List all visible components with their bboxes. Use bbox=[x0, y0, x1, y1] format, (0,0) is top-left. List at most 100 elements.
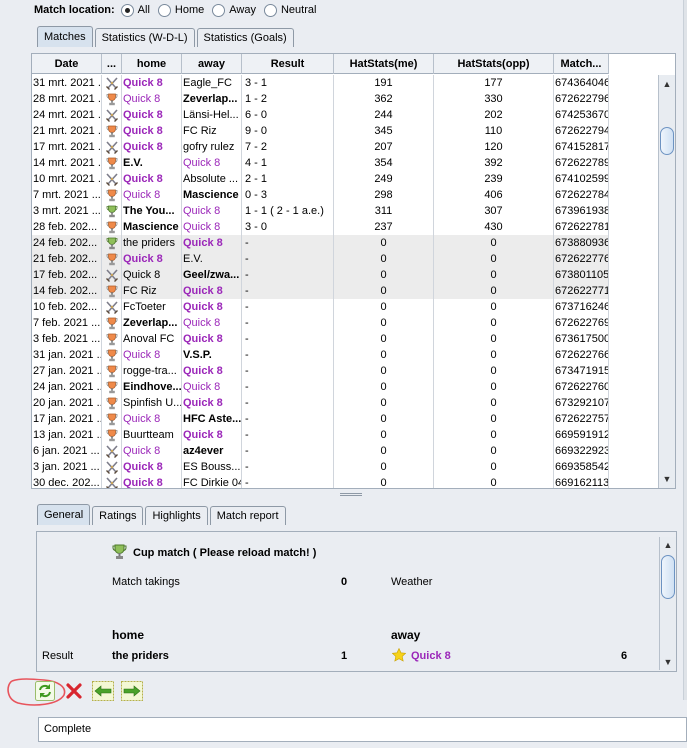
table-row[interactable]: 24 feb. 202... the priders Quick 8-0 0 67388… bbox=[32, 235, 609, 251]
table-row[interactable]: 17 feb. 202... Quick 8 Geel/zwa... -0 0 67380… bbox=[32, 267, 609, 283]
table-row[interactable]: 17 jan. 2021 ... Quick 8 HFC Aste... -0 0 672… bbox=[32, 411, 609, 427]
match-type-cell bbox=[102, 395, 122, 411]
column-header[interactable]: Date bbox=[32, 54, 102, 74]
table-row[interactable]: 31 jan. 2021 ... Quick 8 V.S.P. -0 0 67262276… bbox=[32, 347, 609, 363]
table-row[interactable]: 13 jan. 2021 ... Buurtteam Quick 8-0 0 66959… bbox=[32, 427, 609, 443]
green-cup-icon bbox=[106, 205, 118, 218]
away-team-cell: Quick 8 bbox=[182, 363, 242, 379]
radio-button[interactable] bbox=[212, 3, 226, 17]
table-row[interactable]: 28 feb. 202... Mascience Quick 83 - 0 237 43… bbox=[32, 219, 609, 235]
table-row[interactable]: 14 feb. 202... FC Riz Quick 8-0 0 672622771 bbox=[32, 283, 609, 299]
table-row[interactable]: 31 mrt. 2021 ... Quick 8 Eagle_FC 3 - 1 191 1… bbox=[32, 75, 609, 91]
hatstats-me-cell: 298 bbox=[334, 187, 434, 203]
table-row[interactable]: 10 feb. 202... FcToeter Quick 8-0 0 67371624… bbox=[32, 299, 609, 315]
table-row[interactable]: 21 feb. 202... Quick 8 E.V. -0 0 672622776 bbox=[32, 251, 609, 267]
scroll-thumb[interactable] bbox=[660, 127, 674, 155]
column-header[interactable]: ... bbox=[102, 54, 122, 74]
table-row[interactable]: 7 mrt. 2021 ... Quick 8 Mascience 0 - 3 298 4… bbox=[32, 187, 609, 203]
radio-button[interactable] bbox=[263, 3, 277, 17]
home-team-cell: Eindhove... bbox=[123, 379, 182, 395]
table-scrollbar[interactable]: ▲ ▼ bbox=[658, 75, 675, 488]
hatstats-me-cell: 207 bbox=[334, 139, 434, 155]
window-edge bbox=[683, 0, 687, 700]
home-team-cell: Quick 8 bbox=[122, 187, 182, 203]
table-row[interactable]: 24 mrt. 2021 ... Quick 8 Länsi-Hel... 6 - 0… bbox=[32, 107, 609, 123]
table-row[interactable]: 10 mrt. 2021 ... Quick 8 Absolute ... 2 - 1… bbox=[32, 171, 609, 187]
hatstats-me-cell: 0 bbox=[334, 267, 434, 283]
home-team-cell: Quick 8 bbox=[122, 123, 182, 139]
date-cell: 3 feb. 2021 ... bbox=[33, 331, 102, 347]
status-bar: Complete bbox=[38, 717, 687, 742]
hatstats-me-cell: 0 bbox=[334, 395, 434, 411]
radio-button[interactable] bbox=[120, 3, 134, 17]
column-header[interactable]: HatStats(me) bbox=[334, 54, 434, 74]
match-id-cell: 673471915 bbox=[555, 363, 609, 379]
scroll-up-arrow[interactable]: ▲ bbox=[660, 538, 676, 552]
column-header[interactable]: Match... bbox=[554, 54, 609, 74]
cup-icon bbox=[106, 413, 118, 426]
match-id-cell: 669591912 bbox=[555, 427, 609, 443]
tab-general[interactable]: General bbox=[37, 504, 91, 525]
match-id-cell: 672622789 bbox=[555, 155, 609, 171]
away-team-cell: Eagle_FC bbox=[182, 75, 242, 91]
arrow-right-icon[interactable] bbox=[121, 680, 143, 702]
table-row[interactable]: 3 mrt. 2021 ... The You... Quick 81 - 1 ( … bbox=[32, 203, 609, 219]
tab-matches[interactable]: Matches bbox=[37, 26, 93, 47]
table-row[interactable]: 3 feb. 2021 ... Anoval FC Quick 8-0 0 673617… bbox=[32, 331, 609, 347]
hatstats-opp-cell: 0 bbox=[434, 251, 554, 267]
split-grip[interactable] bbox=[340, 493, 362, 496]
refresh-icon[interactable] bbox=[34, 680, 56, 702]
table-row[interactable]: 27 jan. 2021 ... rogge-tra... Quick 8-0 0 67… bbox=[32, 363, 609, 379]
crossed-swords-icon bbox=[105, 172, 118, 186]
tab-statistics-goals[interactable]: Statistics (Goals) bbox=[196, 28, 294, 47]
tab-statistics-wdl[interactable]: Statistics (W-D-L) bbox=[94, 28, 195, 47]
away-team-cell: Mascience bbox=[182, 187, 242, 203]
detail-scrollbar[interactable]: ▲ ▼ bbox=[659, 537, 676, 670]
hatstats-opp-cell: 0 bbox=[434, 475, 554, 488]
table-row[interactable]: 14 mrt. 2021 ... E.V. Quick 84 - 1 354 392 67… bbox=[32, 155, 609, 171]
away-team-cell: Länsi-Hel... bbox=[182, 107, 242, 123]
radio-all[interactable]: All bbox=[120, 3, 150, 17]
scroll-up-arrow[interactable]: ▲ bbox=[659, 77, 675, 91]
scroll-down-arrow[interactable]: ▼ bbox=[660, 655, 676, 669]
star-icon bbox=[391, 647, 407, 665]
result-cell: - bbox=[242, 331, 334, 347]
hatstats-opp-cell: 120 bbox=[434, 139, 554, 155]
hatstats-opp-cell: 0 bbox=[434, 443, 554, 459]
tab-highlights[interactable]: Highlights bbox=[145, 506, 208, 525]
date-cell: 6 jan. 2021 ... bbox=[32, 443, 102, 459]
table-row[interactable]: 3 jan. 2021 ... Quick 8 ES Bouss... -0 0 6693… bbox=[32, 459, 609, 475]
away-team-cell: Quick 8 bbox=[182, 427, 242, 443]
table-row[interactable]: 20 jan. 2021 ... Spinfish U... Quick 8-006… bbox=[32, 395, 609, 411]
table-row[interactable]: 21 mrt. 2021 ... Quick 8 FC Riz 9 - 0 345 110… bbox=[32, 123, 609, 139]
match-type-cell bbox=[102, 283, 122, 299]
arrow-left-icon[interactable] bbox=[92, 680, 114, 702]
date-cell: 24 feb. 202... bbox=[32, 235, 102, 251]
scroll-down-arrow[interactable]: ▼ bbox=[659, 472, 675, 486]
delete-icon[interactable] bbox=[63, 680, 85, 702]
table-row[interactable]: 6 jan. 2021 ... Quick 8 az4ever -0 0 66932292… bbox=[32, 443, 609, 459]
radio-home[interactable]: Home bbox=[157, 3, 204, 17]
radio-neutral[interactable]: Neutral bbox=[263, 3, 316, 17]
tab-ratings[interactable]: Ratings bbox=[92, 506, 144, 525]
hatstats-opp-cell: 0 bbox=[434, 315, 554, 331]
home-team-cell: Buurtteam bbox=[122, 427, 182, 443]
split-pane-divider[interactable] bbox=[0, 489, 687, 499]
match-id-cell: 669162113 bbox=[555, 475, 609, 489]
table-row[interactable]: 24 jan. 2021 ... Eindhove... Quick 8-0 0 672… bbox=[32, 379, 609, 395]
tab-match-report[interactable]: Match report bbox=[209, 506, 286, 525]
table-row[interactable]: 30 dec. 202... Quick 8 FC Dirkie 04-0 0 6691… bbox=[32, 475, 609, 489]
hatstats-me-cell: 362 bbox=[334, 91, 434, 107]
table-row[interactable]: 28 mrt. 2021 ... Quick 8 Zeverlap... 1 - 23… bbox=[32, 91, 609, 107]
result-cell: - bbox=[242, 283, 334, 299]
table-row[interactable]: 7 feb. 2021 ... Zeverlap... Quick 8-0 0 6726… bbox=[32, 315, 609, 331]
column-header[interactable]: HatStats(opp) bbox=[434, 54, 554, 74]
table-row[interactable]: 17 mrt. 2021 ... Quick 8 gofry rulez 7 - 22… bbox=[32, 139, 609, 155]
column-header[interactable]: Result bbox=[242, 54, 334, 74]
date-cell: 10 mrt. 2021 ... bbox=[33, 171, 102, 187]
scroll-thumb[interactable] bbox=[661, 555, 675, 599]
column-header[interactable]: away bbox=[182, 54, 242, 74]
radio-away[interactable]: Away bbox=[212, 3, 256, 17]
column-header[interactable]: home bbox=[122, 54, 182, 74]
radio-button[interactable] bbox=[157, 3, 171, 17]
